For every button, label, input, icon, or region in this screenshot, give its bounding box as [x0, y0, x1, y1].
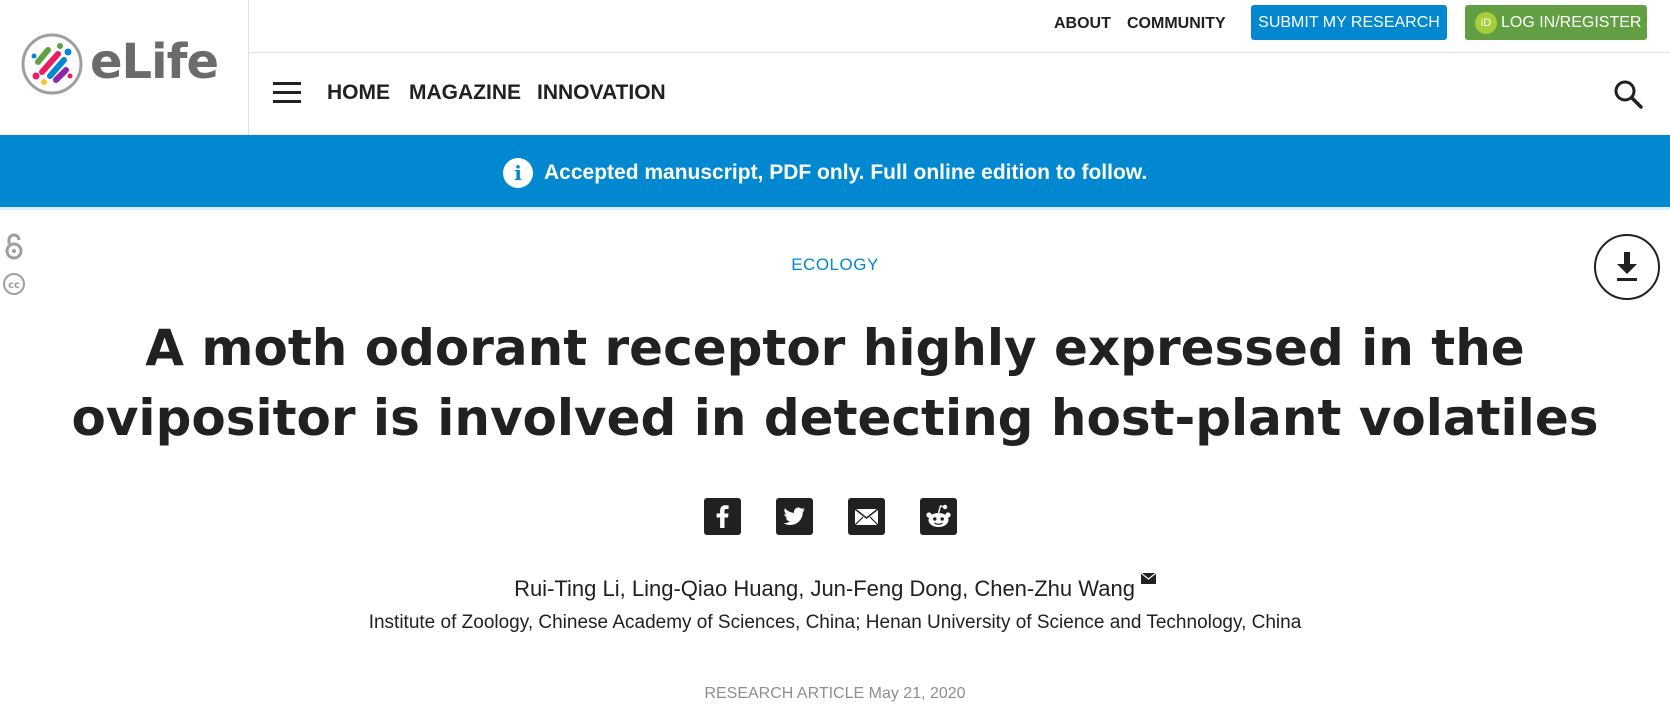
article-type: RESEARCH ARTICLE: [704, 685, 865, 702]
author-separator: ,: [798, 576, 811, 601]
subject-link[interactable]: ECOLOGY: [0, 254, 1670, 276]
community-link[interactable]: COMMUNITY: [1127, 14, 1226, 34]
share-email-button[interactable]: [848, 498, 885, 535]
search-icon[interactable]: [1612, 78, 1644, 110]
email-icon: [854, 508, 879, 526]
article-meta: RESEARCH ARTICLE May 21, 2020: [0, 684, 1670, 704]
share-reddit-button[interactable]: [920, 498, 957, 535]
menu-icon[interactable]: [273, 82, 301, 104]
nav-magazine[interactable]: MAGAZINE: [409, 80, 521, 106]
author-link[interactable]: Ling-Qiao Huang: [632, 576, 798, 601]
affiliations: Institute of Zoology, Chinese Academy of…: [368, 612, 1302, 633]
utility-nav: ABOUT COMMUNITY SUBMIT MY RESEARCH iD LO…: [249, 0, 1670, 53]
article-title: A moth odorant receptor highly expressed…: [71, 319, 1599, 447]
site-header: eLife ABOUT COMMUNITY SUBMIT MY RESEARCH…: [0, 0, 1670, 135]
author-link[interactable]: Chen-Zhu Wang: [974, 576, 1135, 601]
about-link[interactable]: ABOUT: [1054, 14, 1111, 34]
corresponding-author-email-icon[interactable]: [1140, 573, 1156, 584]
reddit-icon: [926, 504, 951, 527]
main-nav: HOME MAGAZINE INNOVATION: [249, 54, 1670, 135]
author-link[interactable]: Jun-Feng Dong: [810, 576, 962, 601]
banner-text: Accepted manuscript, PDF only. Full onli…: [544, 161, 1148, 184]
author-list: Rui-Ting Li, Ling-Qiao Huang, Jun-Feng D…: [0, 573, 1670, 604]
nav-home[interactable]: HOME: [327, 80, 390, 106]
info-icon: i: [503, 158, 533, 188]
author-link[interactable]: Rui-Ting Li: [514, 576, 620, 601]
share-twitter-button[interactable]: [776, 498, 813, 535]
logo-link[interactable]: eLife: [0, 0, 249, 135]
publication-date: May 21, 2020: [868, 685, 966, 702]
logo-wordmark: eLife: [90, 34, 219, 90]
nav-innovation[interactable]: INNOVATION: [537, 80, 666, 106]
svg-text:cc: cc: [8, 280, 20, 291]
author-separator: ,: [962, 576, 975, 601]
submit-research-button[interactable]: SUBMIT MY RESEARCH: [1251, 5, 1447, 40]
share-facebook-button[interactable]: [704, 498, 741, 535]
author-separator: ,: [619, 576, 632, 601]
login-register-label: LOG IN/REGISTER: [1501, 14, 1642, 31]
manuscript-banner: i Accepted manuscript, PDF only. Full on…: [0, 135, 1670, 210]
login-register-button[interactable]: iD LOG IN/REGISTER: [1465, 5, 1647, 40]
twitter-icon: [783, 507, 805, 525]
orcid-icon: iD: [1475, 12, 1497, 34]
facebook-icon: [716, 505, 729, 528]
elife-logo-icon: [21, 33, 83, 95]
